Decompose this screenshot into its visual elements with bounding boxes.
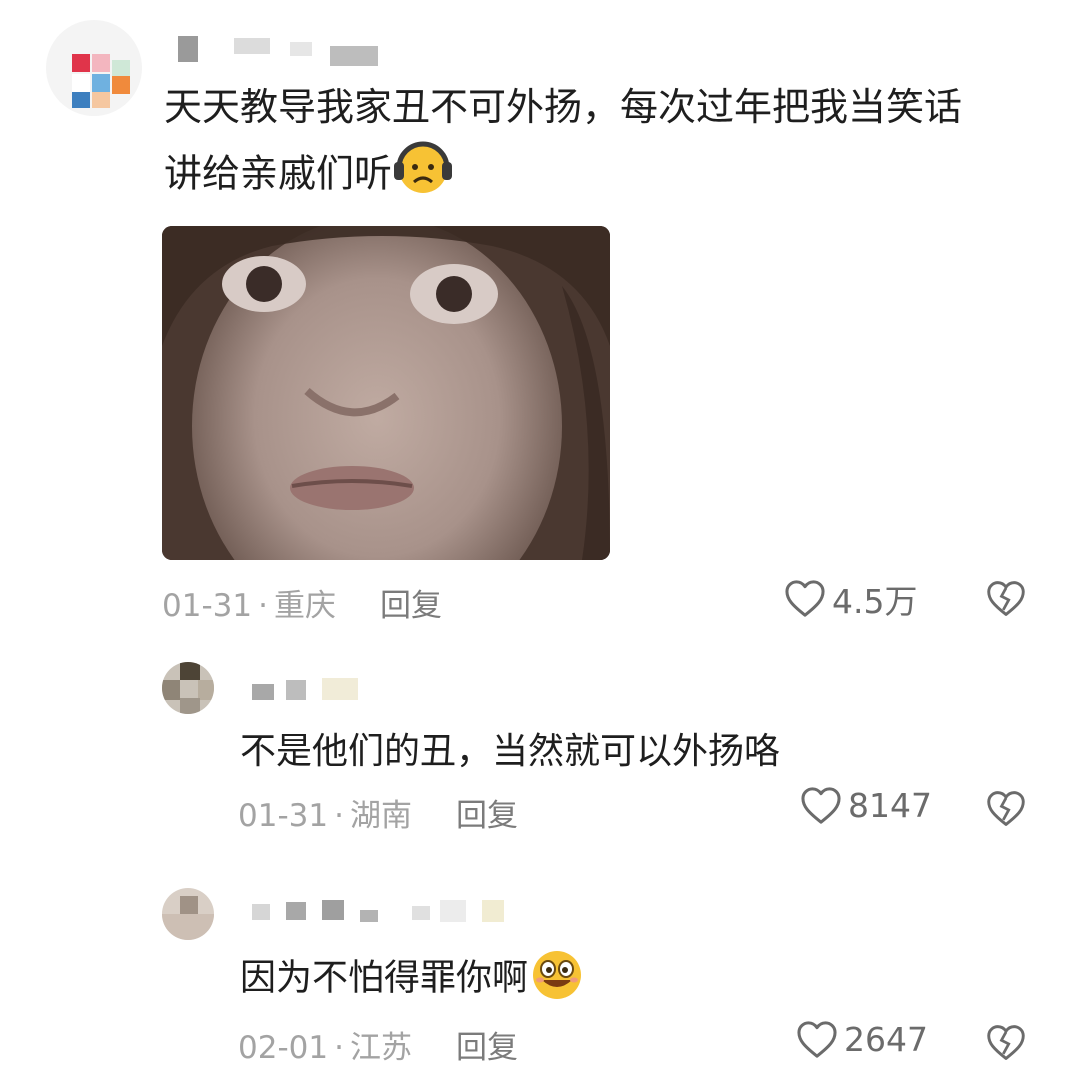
separator: · <box>334 798 344 834</box>
separator: · <box>334 1030 344 1066</box>
reply-text-content: 因为不怕得罪你啊 <box>240 957 529 999</box>
comment-location: 江苏 <box>349 1030 412 1066</box>
comment-location: 湖南 <box>349 798 412 834</box>
comment-date: 01-31 <box>238 798 329 834</box>
heart-icon <box>785 580 825 617</box>
comment-image[interactable] <box>162 226 610 560</box>
avatar[interactable] <box>46 20 142 116</box>
broken-heart-icon[interactable] <box>986 790 1026 828</box>
comment-location: 重庆 <box>273 588 336 624</box>
like-button[interactable]: 4.5万 <box>784 575 917 623</box>
comment-text-line2: 讲给亲戚们听 <box>164 151 393 196</box>
reply-button[interactable]: 回复 <box>456 1030 518 1066</box>
heart-icon <box>797 1020 837 1058</box>
like-count: 2647 <box>844 1020 928 1059</box>
avatar[interactable] <box>162 888 214 940</box>
separator: · <box>258 588 268 624</box>
heart-icon <box>801 786 841 824</box>
reply-button[interactable]: 回复 <box>380 588 442 624</box>
comment-meta: 01-31 · 湖南 回复 <box>238 790 518 835</box>
reply-button[interactable]: 回复 <box>456 798 518 834</box>
reply-text: 不是他们的丑，当然就可以外扬咯 <box>240 731 781 772</box>
avatar[interactable] <box>162 662 214 714</box>
like-count: 8147 <box>848 786 932 825</box>
comment-meta: 01-31 · 重庆 回复 <box>162 580 442 625</box>
broken-heart-icon[interactable] <box>986 580 1026 618</box>
grinning-emoji-icon <box>528 948 586 1011</box>
broken-heart-icon[interactable] <box>986 1024 1026 1062</box>
headphone-frown-emoji-icon <box>392 138 454 214</box>
comment-date: 02-01 <box>238 1030 329 1066</box>
comment-date: 01-31 <box>162 588 253 624</box>
comment-text: 天天教导我家丑不可外扬，每次过年把我当笑话 讲给亲戚们听 <box>164 76 962 214</box>
reply-text: 因为不怕得罪你啊 <box>240 948 586 1011</box>
like-button[interactable]: 8147 <box>800 786 932 825</box>
comment-text-line1: 天天教导我家丑不可外扬，每次过年把我当笑话 <box>164 85 963 129</box>
like-button[interactable]: 2647 <box>796 1020 928 1059</box>
comment-meta: 02-01 · 江苏 回复 <box>238 1022 518 1067</box>
like-count: 4.5万 <box>832 582 918 621</box>
